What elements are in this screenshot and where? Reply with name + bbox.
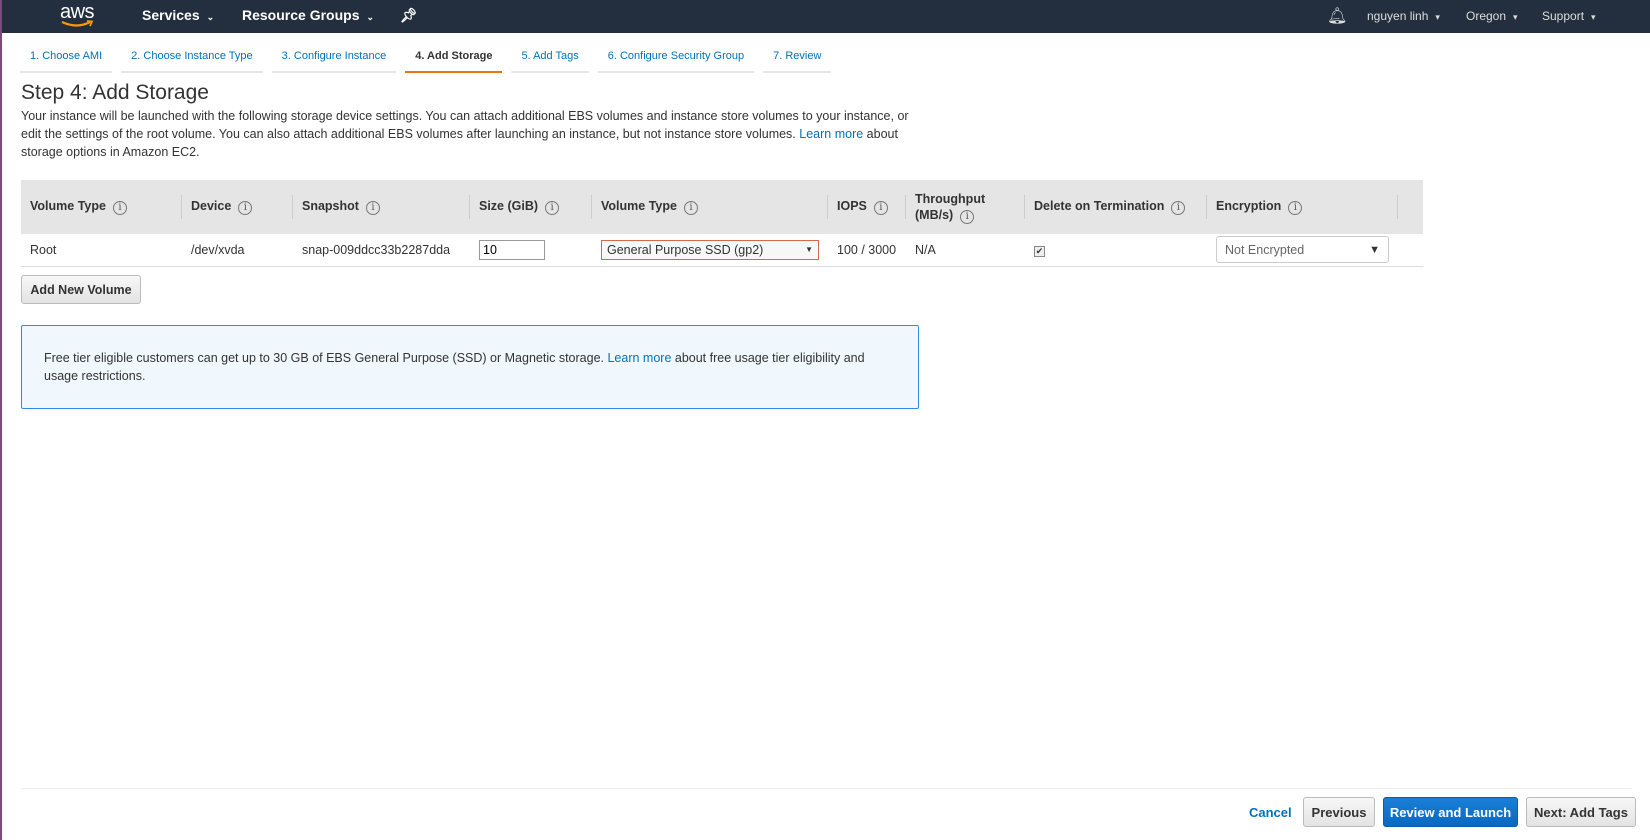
col-size: Size (GiB) i — [470, 180, 592, 234]
wizard-steps: 1. Choose AMI 2. Choose Instance Type 3.… — [20, 45, 832, 73]
volume-type-select[interactable]: General Purpose SSD (gp2) ▼ — [601, 239, 819, 260]
col-snapshot: Snapshot i — [293, 180, 470, 234]
size-input[interactable] — [479, 239, 545, 260]
add-new-volume-button[interactable]: Add New Volume — [21, 275, 141, 304]
free-tier-learn-more-link[interactable]: Learn more — [607, 351, 671, 365]
caret-down-icon: ▼ — [805, 245, 813, 255]
snapshot-cell: snap-009ddcc33b2287dda — [293, 234, 470, 267]
col-delete-on-termination: Delete on Termination i — [1025, 180, 1207, 234]
caret-down-icon: ▾ — [1591, 12, 1596, 22]
support-menu[interactable]: Support ▾ — [1542, 9, 1596, 23]
info-icon[interactable]: i — [960, 209, 975, 224]
iops-cell: 100 / 3000 — [828, 234, 906, 267]
pin-icon[interactable]: 📌︎ — [400, 7, 418, 24]
chevron-down-icon: ⌄ — [206, 12, 215, 22]
step-add-tags[interactable]: 5. Add Tags — [511, 45, 589, 73]
col-device: Device i — [182, 180, 293, 234]
footer-divider — [21, 788, 1631, 789]
previous-button[interactable]: Previous — [1303, 797, 1375, 827]
chevron-down-icon: ⌄ — [366, 12, 375, 22]
col-volume-type: Volume Type i — [21, 180, 182, 234]
col-volume-type-2: Volume Type i — [592, 180, 828, 234]
learn-more-link[interactable]: Learn more — [799, 127, 863, 141]
info-icon[interactable]: i — [1288, 201, 1303, 215]
top-nav: aws Services ⌄ Resource Groups ⌄ 📌︎ 🔔︎ ngu… — [2, 0, 1650, 33]
step-configure-instance[interactable]: 3. Configure Instance — [271, 45, 397, 73]
user-menu[interactable]: nguyen linh ▾ — [1367, 9, 1440, 23]
aws-logo[interactable]: aws — [57, 2, 97, 28]
info-icon[interactable]: i — [112, 201, 127, 215]
resource-groups-menu[interactable]: Resource Groups ⌄ — [242, 7, 374, 23]
cancel-link[interactable]: Cancel — [1249, 805, 1292, 820]
caret-down-icon: ▾ — [1513, 12, 1518, 22]
table-row: Root /dev/xvda snap-009ddcc33b2287dda Ge… — [21, 234, 1423, 267]
services-menu[interactable]: Services ⌄ — [142, 7, 214, 23]
region-menu[interactable]: Oregon ▾ — [1466, 9, 1518, 23]
info-icon[interactable]: i — [365, 201, 380, 215]
device-cell: /dev/xvda — [182, 234, 293, 267]
info-icon[interactable]: i — [873, 201, 888, 215]
caret-down-icon: ▾ — [1435, 12, 1440, 22]
review-and-launch-button[interactable]: Review and Launch — [1383, 797, 1518, 827]
page-title: Step 4: Add Storage — [21, 81, 209, 104]
throughput-cell: N/A — [906, 234, 1025, 267]
info-icon[interactable]: i — [545, 201, 560, 215]
step-choose-ami[interactable]: 1. Choose AMI — [20, 45, 113, 73]
col-encryption: Encryption i — [1207, 180, 1398, 234]
volume-type-cell: Root — [21, 234, 182, 267]
next-add-tags-button[interactable]: Next: Add Tags — [1526, 797, 1636, 827]
col-iops: IOPS i — [828, 180, 906, 234]
storage-table: Volume Type i Device i Snapshot i Size (GiB… — [21, 180, 1423, 267]
info-icon[interactable]: i — [683, 201, 698, 215]
encryption-select[interactable]: Not Encrypted ▼ — [1216, 236, 1389, 264]
info-icon[interactable]: i — [238, 201, 253, 215]
table-header: Volume Type i Device i Snapshot i Size (GiB… — [21, 180, 1423, 234]
step-review[interactable]: 7. Review — [763, 45, 832, 73]
bell-icon[interactable]: 🔔︎ — [1327, 6, 1347, 26]
delete-on-termination-checkbox[interactable]: ✔ — [1034, 245, 1045, 257]
info-icon[interactable]: i — [1171, 201, 1186, 215]
step-add-storage[interactable]: 4. Add Storage — [405, 45, 503, 73]
col-throughput: Throughput (MB/s) i — [906, 180, 1025, 234]
free-tier-notice: Free tier eligible customers can get up … — [21, 325, 919, 409]
step-choose-instance-type[interactable]: 2. Choose Instance Type — [121, 45, 263, 73]
page-description: Your instance will be launched with the … — [21, 109, 909, 159]
caret-down-icon: ▼ — [1369, 243, 1380, 256]
step-configure-security-group[interactable]: 6. Configure Security Group — [597, 45, 755, 73]
